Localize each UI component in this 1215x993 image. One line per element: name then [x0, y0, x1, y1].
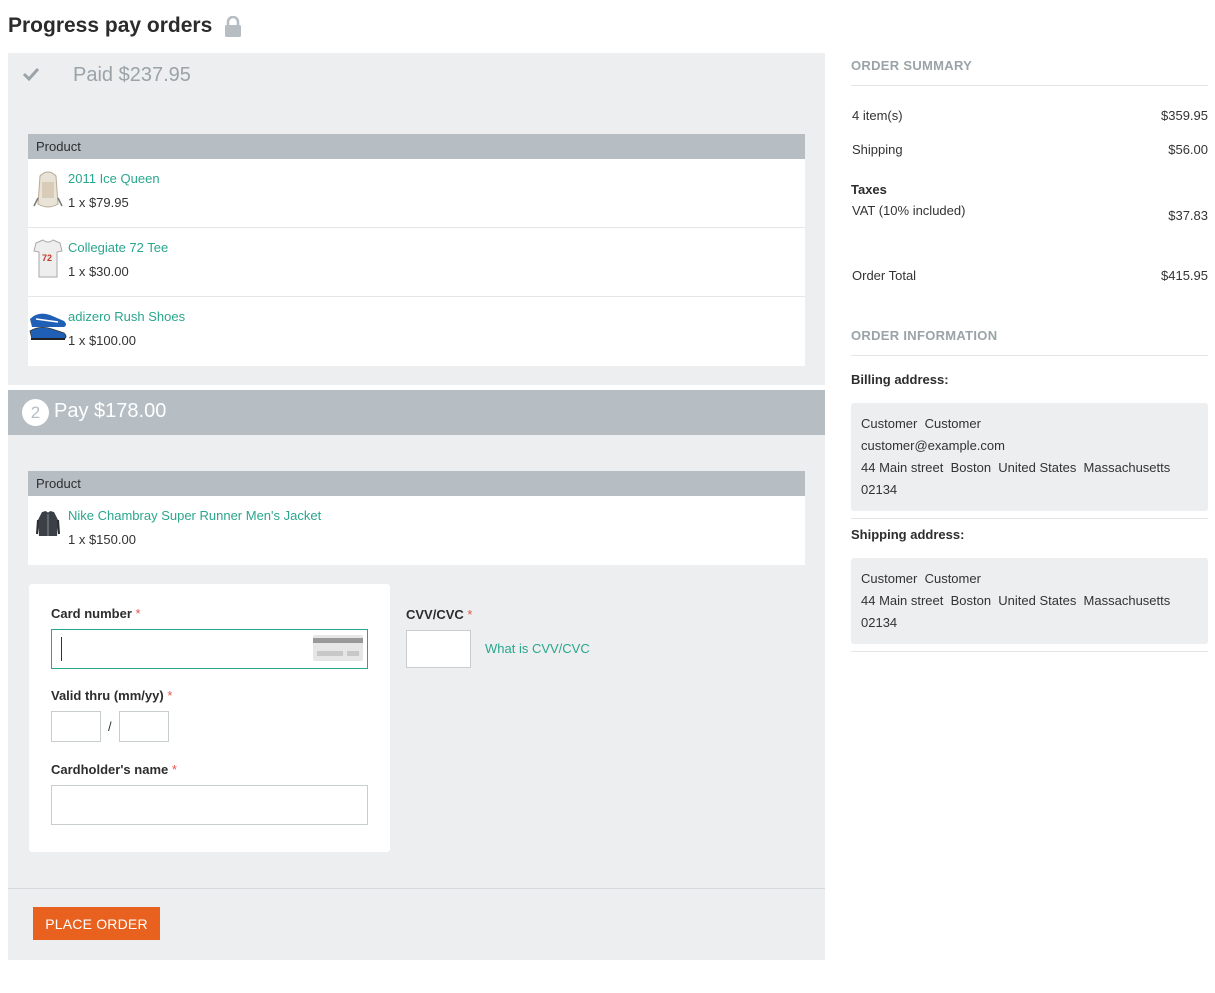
shipping-label: Shipping — [852, 142, 903, 157]
shoe-thumbnail — [28, 307, 68, 349]
billing-line: 02134 — [861, 482, 898, 497]
checkout-column: Paid $237.95 Product 2011 Ice Queen 1 x … — [8, 53, 825, 960]
order-summary-title: ORDER SUMMARY — [851, 58, 1208, 86]
jacket-thumbnail — [36, 510, 60, 540]
cardholder-name-input[interactable] — [51, 785, 368, 825]
vat-row: VAT (10% included) $37.83 — [851, 203, 1208, 261]
shipping-line: Customer Customer — [861, 571, 981, 586]
backpack-thumbnail — [32, 168, 64, 210]
billing-line: 44 Main street Boston United States Mass… — [861, 460, 1171, 475]
product-row: 2011 Ice Queen 1 x $79.95 — [28, 159, 805, 228]
product-row: 72 Collegiate 72 Tee 1 x $30.00 — [28, 228, 805, 297]
check-icon — [22, 65, 40, 83]
order-total-row: Order Total $415.95 — [851, 268, 1208, 302]
product-quantity-price: 1 x $79.95 — [68, 195, 129, 210]
paid-product-table: Product 2011 Ice Queen 1 x $79.95 72 Col… — [28, 134, 805, 366]
paid-header: Paid $237.95 — [8, 53, 825, 101]
place-order-button[interactable]: PLACE ORDER — [33, 907, 160, 940]
pay-section: Product Nike Chambray Super Runner Men's… — [8, 435, 825, 960]
page-title-text: Progress pay orders — [8, 14, 213, 37]
cardholder-name-label: Cardholder's name * — [51, 762, 177, 777]
order-sidebar: ORDER SUMMARY 4 item(s) $359.95 Shipping… — [851, 58, 1208, 652]
shipping-row: Shipping $56.00 — [851, 142, 1208, 176]
shipping-cost: $56.00 — [1168, 142, 1208, 157]
expiry-separator: / — [108, 719, 112, 734]
text-cursor — [61, 637, 62, 661]
expiry-year-input[interactable] — [119, 711, 169, 742]
required-asterisk: * — [167, 688, 173, 703]
product-row: adizero Rush Shoes 1 x $100.00 — [28, 297, 805, 366]
items-count-label: 4 item(s) — [852, 108, 903, 123]
shipping-address-label: Shipping address: — [851, 527, 965, 542]
product-quantity-price: 1 x $100.00 — [68, 333, 136, 348]
valid-thru-label: Valid thru (mm/yy) * — [51, 688, 173, 703]
shipping-line: 44 Main street Boston United States Mass… — [861, 593, 1171, 608]
product-link[interactable]: adizero Rush Shoes — [68, 309, 185, 324]
required-asterisk: * — [171, 762, 177, 777]
svg-text:72: 72 — [42, 253, 52, 263]
required-asterisk: * — [467, 607, 473, 622]
pay-product-table: Product Nike Chambray Super Runner Men's… — [28, 471, 805, 565]
product-quantity-price: 1 x $30.00 — [68, 264, 129, 279]
paid-amount-label: Paid $237.95 — [73, 64, 191, 86]
product-column-header: Product — [28, 134, 805, 159]
billing-line: Customer Customer — [861, 416, 981, 431]
product-link[interactable]: Nike Chambray Super Runner Men's Jacket — [68, 508, 321, 523]
product-column-header: Product — [28, 471, 805, 496]
items-row: 4 item(s) $359.95 — [851, 108, 1208, 142]
shipping-address-box: Customer Customer 44 Main street Boston … — [851, 558, 1208, 644]
card-payment-form: Card number * Valid thru (mm/yy) * / Car… — [29, 584, 390, 852]
vat-amount: $37.83 — [1168, 208, 1208, 223]
product-link[interactable]: Collegiate 72 Tee — [68, 240, 168, 255]
billing-address-label: Billing address: — [851, 372, 949, 387]
cvv-label: CVV/CVC * — [406, 607, 473, 622]
cvv-input[interactable] — [406, 630, 471, 668]
lock-icon — [224, 15, 242, 38]
required-asterisk: * — [135, 606, 141, 621]
vat-label: VAT (10% included) — [852, 203, 966, 218]
shipping-line: 02134 — [861, 615, 898, 630]
taxes-heading: Taxes — [851, 182, 887, 197]
tshirt-thumbnail: 72 — [32, 237, 64, 279]
page-title: Progress pay orders — [8, 14, 242, 38]
card-number-label: Card number * — [51, 606, 141, 621]
pay-amount-label: Pay $178.00 — [54, 400, 167, 422]
step-number-badge: 2 — [22, 399, 49, 426]
product-link[interactable]: 2011 Ice Queen — [68, 171, 160, 186]
credit-card-icon — [313, 635, 363, 661]
paid-section: Paid $237.95 Product 2011 Ice Queen 1 x … — [8, 53, 825, 385]
divider — [8, 888, 825, 889]
divider — [851, 651, 1208, 652]
items-subtotal: $359.95 — [1161, 108, 1208, 123]
order-information-title: ORDER INFORMATION — [851, 328, 1208, 356]
billing-address-box: Customer Customer customer@example.com 4… — [851, 403, 1208, 511]
expiry-month-input[interactable] — [51, 711, 101, 742]
order-total-label: Order Total — [852, 268, 917, 283]
product-quantity-price: 1 x $150.00 — [68, 532, 136, 547]
pay-step-header: 2 Pay $178.00 — [8, 390, 825, 451]
billing-line: customer@example.com — [861, 438, 1005, 453]
order-total-amount: $415.95 — [1161, 268, 1208, 283]
product-row: Nike Chambray Super Runner Men's Jacket … — [28, 496, 805, 565]
what-is-cvv-link[interactable]: What is CVV/CVC — [485, 641, 590, 656]
